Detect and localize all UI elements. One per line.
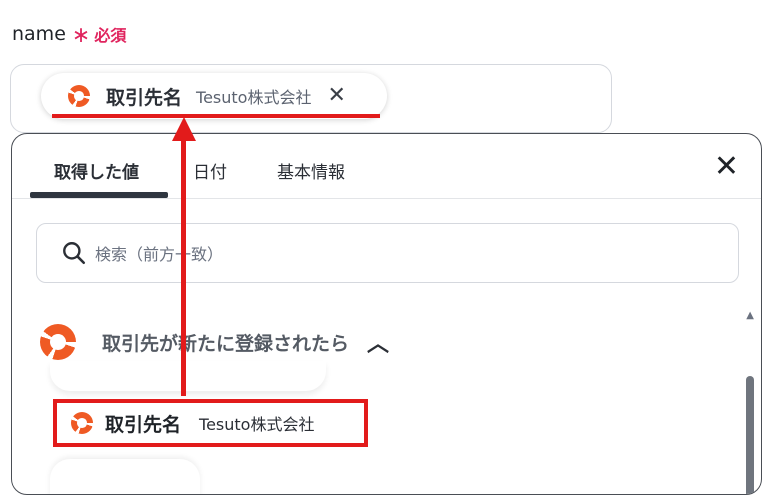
list-card — [50, 459, 200, 494]
item-title: 取引先名 — [105, 413, 182, 436]
value-list-item[interactable]: 取引先名 Tesuto株式会社 — [53, 399, 368, 447]
annotation-arrow-head — [172, 117, 196, 141]
search-icon — [63, 242, 86, 265]
scroll-up-icon[interactable]: ▲ — [746, 310, 754, 321]
active-tab-indicator — [30, 192, 168, 198]
annotation-arrow-line — [181, 138, 186, 396]
close-icon[interactable]: ✕ — [327, 85, 345, 107]
field-name: name — [12, 23, 66, 45]
chip-title: 取引先名 — [106, 86, 183, 109]
item-subtitle: Tesuto株式会社 — [199, 415, 315, 434]
group-title: 取引先が新たに登録されたら — [102, 332, 350, 355]
chip-subtitle: Tesuto株式会社 — [196, 88, 312, 107]
tab-date[interactable]: 日付 — [193, 158, 227, 183]
tab-acquired-values[interactable]: 取得した値 — [54, 158, 139, 183]
lifebuoy-icon — [68, 85, 90, 107]
trigger-group-header[interactable]: 取引先が新たに登録されたら ︿ — [40, 324, 389, 360]
search-placeholder: 検索（前方一致） — [95, 245, 224, 264]
chevron-up-icon[interactable]: ︿ — [367, 326, 389, 358]
search-input[interactable]: 検索（前方一致） — [36, 223, 739, 283]
field-label: name ∗ 必須 — [12, 22, 127, 48]
scrollbar-thumb[interactable] — [746, 376, 754, 494]
lifebuoy-icon — [40, 324, 76, 360]
lifebuoy-icon — [71, 412, 93, 434]
close-icon[interactable]: ✕ — [714, 152, 739, 182]
selected-value-chip[interactable]: 取引先名 Tesuto株式会社 ✕ — [41, 73, 387, 119]
list-card — [50, 361, 326, 391]
required-asterisk: ∗ — [71, 23, 91, 48]
tab-bar: 取得した値 日付 基本情報 — [12, 134, 761, 199]
required-text: 必須 — [94, 26, 127, 45]
highlight-underline — [52, 114, 380, 118]
tab-basic-info[interactable]: 基本情報 — [277, 158, 345, 183]
